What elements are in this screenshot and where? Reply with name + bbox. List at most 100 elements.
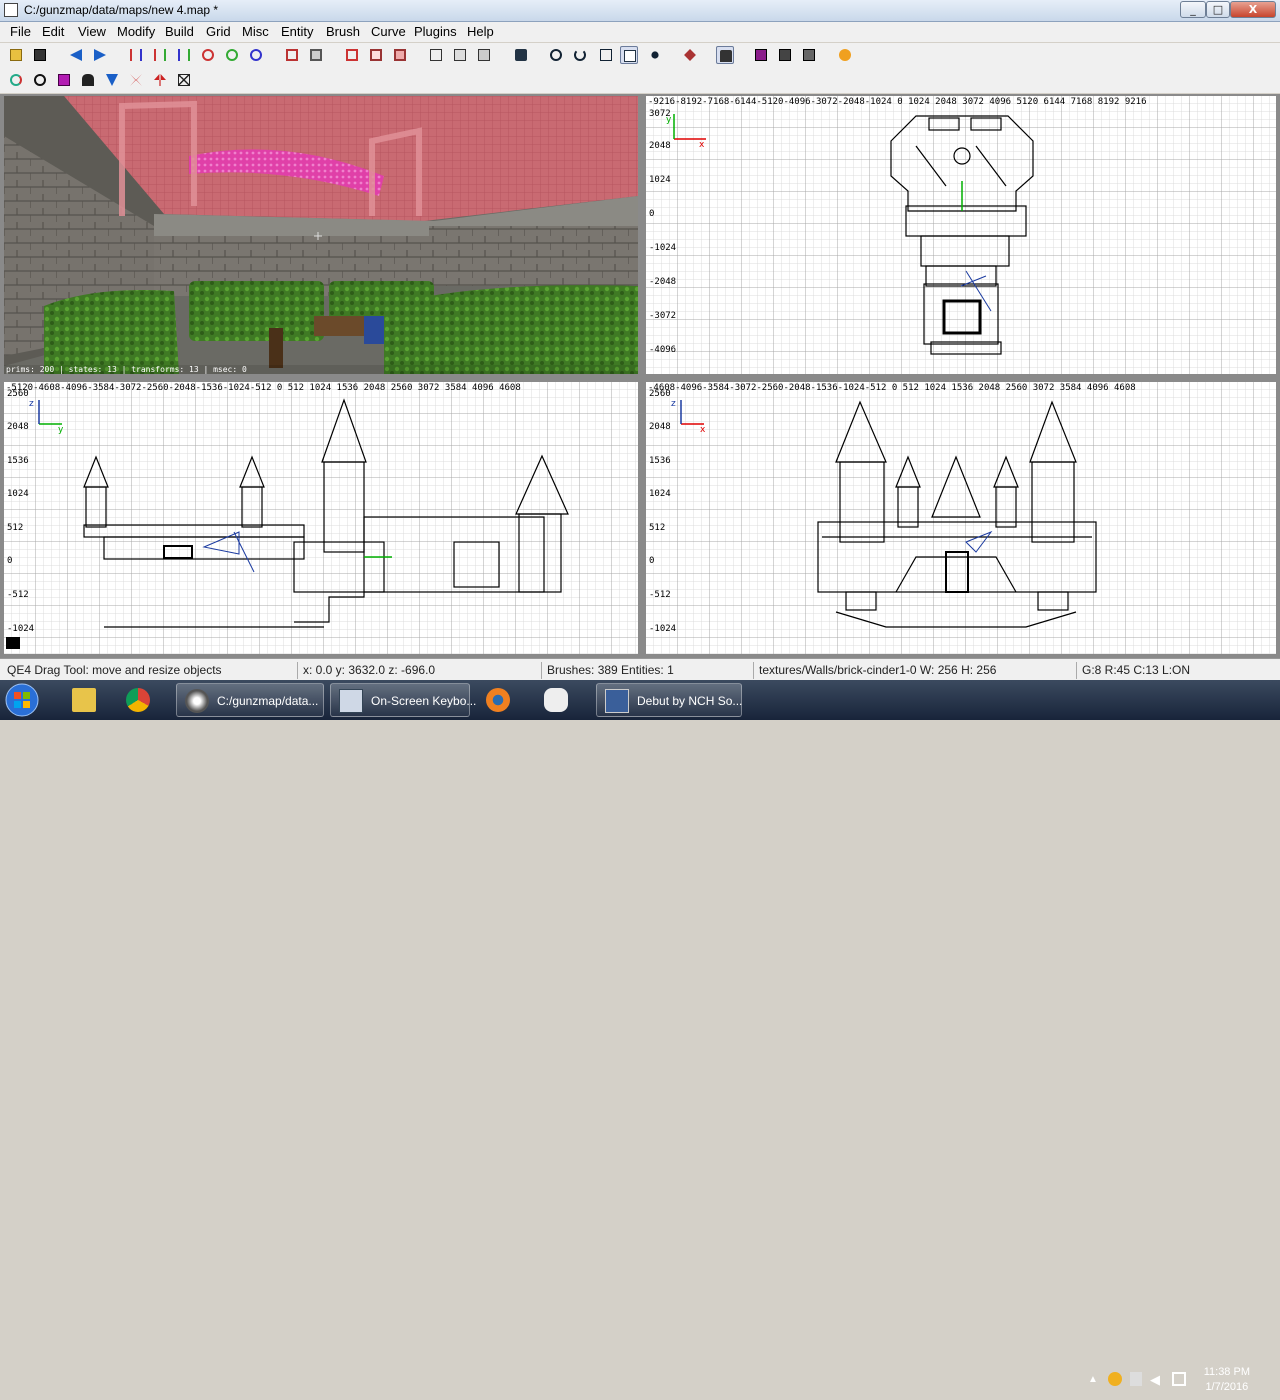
tray-expand-icon[interactable]: ▲: [1088, 1374, 1098, 1385]
status-coords: x: 0.0 y: 3632.0 z: -696.0: [297, 662, 537, 679]
rotate-y-icon[interactable]: [223, 46, 241, 64]
edit-patch-icon[interactable]: [681, 46, 699, 64]
rotate-z-icon[interactable]: [247, 46, 265, 64]
y-label: 512: [649, 523, 665, 533]
camera-icon[interactable]: [475, 46, 493, 64]
monster-icon[interactable]: [79, 71, 97, 89]
y-label: 1536: [649, 456, 671, 466]
close-button[interactable]: X: [1230, 1, 1276, 18]
camera-scene: [4, 96, 638, 374]
secondary-toolbar: [0, 68, 1280, 93]
resize-icon[interactable]: [597, 46, 615, 64]
menu-modify[interactable]: Modify: [117, 24, 155, 39]
main-toolbar: [0, 43, 1280, 68]
down-arrow-icon[interactable]: [103, 71, 121, 89]
entity-icon[interactable]: [55, 71, 73, 89]
side-view[interactable]: z y -5120-4608-4096-3584-3072-2560-2048-…: [4, 382, 638, 654]
rotate-x-icon[interactable]: [199, 46, 217, 64]
network-icon[interactable]: [1130, 1372, 1142, 1386]
front-view[interactable]: z x -4608-4096-3584-3072-2560-2048-1536-…: [646, 382, 1276, 654]
side-axis-y-label: y: [58, 425, 64, 435]
hollow-icon[interactable]: [283, 46, 301, 64]
flip-x-icon[interactable]: [127, 46, 145, 64]
maximize-button[interactable]: □: [1206, 1, 1230, 18]
clock-time: 11:38 PM: [1203, 1366, 1250, 1378]
menu-grid[interactable]: Grid: [206, 24, 231, 39]
view-indicator: [6, 637, 20, 649]
top-view-grid: y x -9216-8192-7168-6144-5120-4096-3072-…: [646, 96, 1276, 374]
flip-z-icon[interactable]: [175, 46, 193, 64]
menu-entity[interactable]: Entity: [281, 24, 314, 39]
debut-icon: [605, 689, 629, 713]
menu-misc[interactable]: Misc: [242, 24, 269, 39]
close-icon[interactable]: [175, 71, 193, 89]
fullscreen-icon[interactable]: [800, 46, 818, 64]
chrome-icon: [126, 688, 150, 712]
camera-view[interactable]: prims: 200 | states: 13 | transforms: 13…: [4, 96, 638, 374]
minimize-button[interactable]: _: [1180, 1, 1206, 18]
y-label: 512: [7, 523, 23, 533]
move-icon[interactable]: [512, 46, 530, 64]
cubic-clip-icon[interactable]: [451, 46, 469, 64]
plugin-icon[interactable]: [836, 46, 854, 64]
redo-icon[interactable]: [91, 46, 109, 64]
top-axis-x-label: x: [699, 140, 705, 150]
title-bar: C:/gunzmap/data/maps/new 4.map * _ □ X: [0, 0, 1280, 22]
scale-icon[interactable]: [571, 46, 589, 64]
qe4-drag-icon[interactable]: [620, 46, 638, 64]
csg-subtract-icon[interactable]: [307, 46, 325, 64]
menu-view[interactable]: View: [78, 24, 106, 39]
gamepad-icon: [544, 688, 568, 712]
y-label: 1024: [649, 489, 671, 499]
y-label: -1024: [7, 624, 34, 634]
clock[interactable]: 11:38 PM 1/7/2016: [1204, 1365, 1250, 1395]
viewport-area: prims: 200 | states: 13 | transforms: 13…: [0, 94, 1280, 658]
texture-icon[interactable]: [752, 46, 770, 64]
windows-logo-icon: [5, 683, 39, 717]
rotate-icon[interactable]: [547, 46, 565, 64]
open-icon[interactable]: [7, 46, 25, 64]
menu-file[interactable]: File: [10, 24, 31, 39]
start-button[interactable]: [4, 682, 48, 718]
taskbar-chrome[interactable]: [118, 683, 170, 717]
side-view-grid: z y -5120-4608-4096-3584-3072-2560-2048-…: [4, 382, 638, 654]
lock-icon[interactable]: [716, 46, 734, 64]
select-touching-icon[interactable]: [367, 46, 385, 64]
y-label: -4096: [649, 345, 676, 355]
taskbar-onscreen-keyboard[interactable]: On-Screen Keybo...: [330, 683, 476, 717]
menu-edit[interactable]: Edit: [42, 24, 64, 39]
taskbar-explorer[interactable]: [64, 683, 112, 717]
app-icon: [4, 3, 18, 17]
volume-icon[interactable]: ◀: [1150, 1372, 1160, 1388]
menu-curve[interactable]: Curve: [371, 24, 406, 39]
camera-stats: prims: 200 | states: 13 | transforms: 13…: [4, 365, 638, 374]
undo-icon[interactable]: [67, 46, 85, 64]
taskbar: C:/gunzmap/data... On-Screen Keybo... De…: [0, 680, 1280, 1393]
menu-help[interactable]: Help: [467, 24, 494, 39]
shader-icon[interactable]: [776, 46, 794, 64]
circle-icon[interactable]: [31, 71, 49, 89]
action-center-icon[interactable]: [1172, 1372, 1186, 1386]
tray-app-icon[interactable]: [1108, 1372, 1122, 1386]
flip-icon[interactable]: [127, 71, 145, 89]
menu-brush[interactable]: Brush: [326, 24, 360, 39]
mirror-icon[interactable]: [151, 71, 169, 89]
view-change-icon[interactable]: [427, 46, 445, 64]
save-icon[interactable]: [31, 46, 49, 64]
refresh-icon[interactable]: [7, 71, 25, 89]
flip-y-icon[interactable]: [151, 46, 169, 64]
status-counts: Brushes: 389 Entities: 1: [541, 662, 751, 679]
vertex-icon[interactable]: [646, 46, 664, 64]
taskbar-gtkradiant[interactable]: C:/gunzmap/data...: [176, 683, 324, 717]
status-tool: QE4 Drag Tool: move and resize objects: [7, 663, 222, 677]
status-texture: textures/Walls/brick-cinder1-0 W: 256 H:…: [753, 662, 1073, 679]
y-label: 2048: [649, 141, 671, 151]
taskbar-debut[interactable]: Debut by NCH So...: [596, 683, 742, 717]
taskbar-blender[interactable]: [478, 683, 530, 717]
select-inside-icon[interactable]: [391, 46, 409, 64]
menu-plugins[interactable]: Plugins: [414, 24, 457, 39]
menu-build[interactable]: Build: [165, 24, 194, 39]
taskbar-gamepad[interactable]: [536, 683, 590, 717]
select-complete-icon[interactable]: [343, 46, 361, 64]
top-view[interactable]: y x -9216-8192-7168-6144-5120-4096-3072-…: [646, 96, 1276, 374]
